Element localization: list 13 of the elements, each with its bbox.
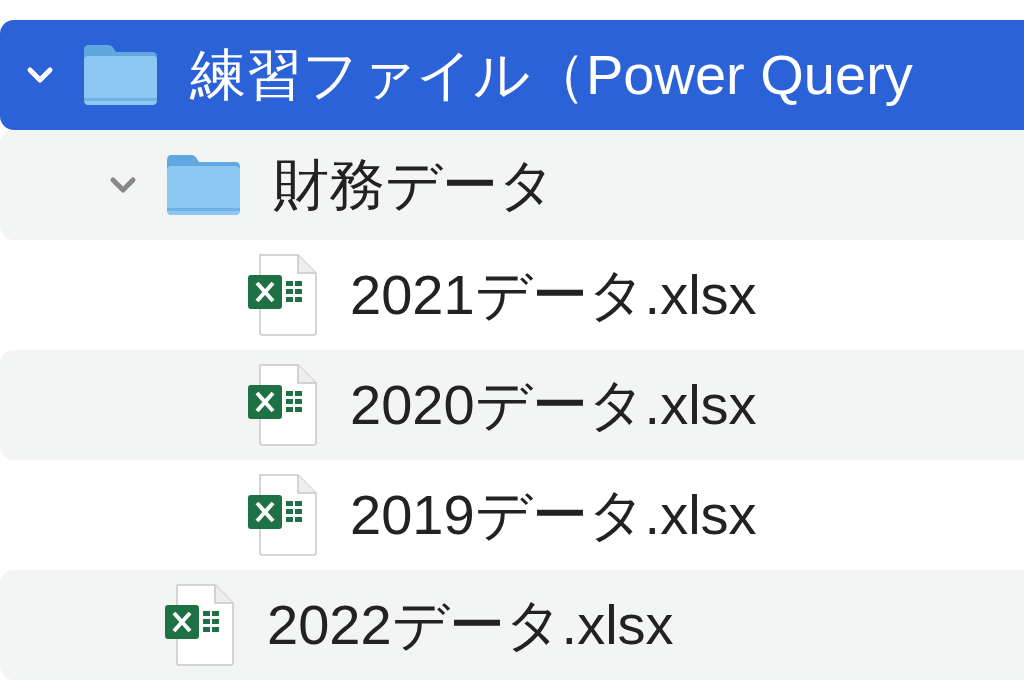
file-name: 財務データ [273, 157, 555, 213]
file-name: 2022データ.xlsx [267, 597, 674, 653]
spreadsheet-file-icon [163, 583, 237, 667]
spreadsheet-file-icon [246, 253, 320, 337]
file-row[interactable]: 2022データ.xlsx [0, 570, 1024, 680]
spreadsheet-file-icon [246, 473, 320, 557]
file-name: 2019データ.xlsx [350, 487, 757, 543]
file-name: 2020データ.xlsx [350, 377, 757, 433]
spreadsheet-file-icon [246, 363, 320, 447]
file-row[interactable]: 財務データ [0, 130, 1024, 240]
file-row[interactable]: 2020データ.xlsx [0, 350, 1024, 460]
file-row[interactable]: 練習ファイル（Power Query [0, 20, 1024, 130]
file-name: 2021データ.xlsx [350, 267, 757, 323]
